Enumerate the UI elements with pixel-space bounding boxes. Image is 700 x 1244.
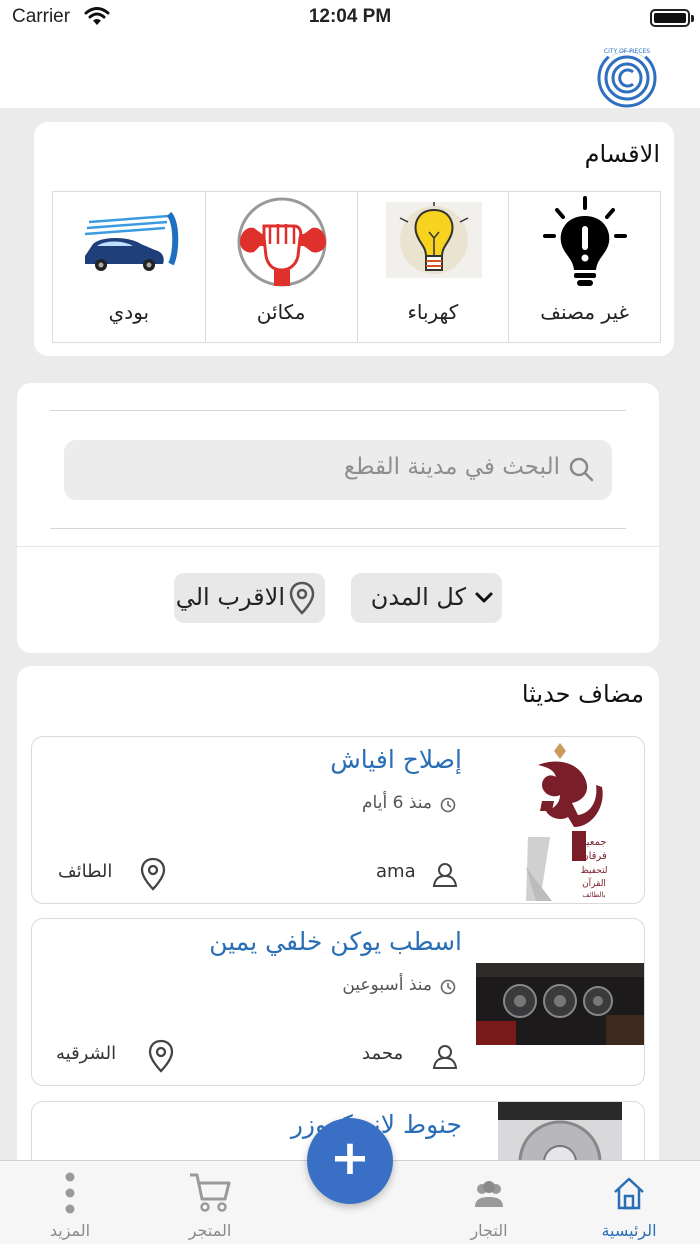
listing-thumbnail <box>476 963 644 1045</box>
category-engines[interactable]: مكائن <box>204 192 357 342</box>
city-filter-dropdown[interactable]: كل المدن <box>351 573 502 623</box>
category-body[interactable]: بودي <box>53 192 205 342</box>
listing-city: الطائف <box>58 861 113 882</box>
tab-label: الرئيسية <box>601 1221 657 1240</box>
search-card <box>17 383 659 653</box>
category-electricity[interactable]: كهرباء <box>356 192 509 342</box>
category-uncategorized[interactable]: غير مصنف <box>508 192 660 342</box>
nearest-filter-button[interactable]: الاقرب الي <box>174 573 325 623</box>
app-logo: CITY OF PIECES <box>597 46 657 108</box>
location-pin-icon <box>289 581 315 615</box>
svg-text:فرقان: فرقان <box>581 851 607 862</box>
clock-icon <box>440 797 456 813</box>
listing-thumbnail: جمعية فرقان لتحفيظ القرآن بالطائف <box>502 741 622 901</box>
clock: 12:04 PM <box>308 6 392 27</box>
tab-store[interactable]: المتجر <box>155 1161 265 1244</box>
wrench-fist-icon <box>237 197 327 287</box>
tab-home[interactable]: الرئيسية <box>574 1161 684 1244</box>
sketch-bulb-icon <box>385 202 482 278</box>
recent-title: مضاف حديثا <box>521 680 644 708</box>
tab-label: المزيد <box>49 1221 91 1240</box>
lightbulb-icon <box>543 196 628 286</box>
listing-time: منذ 6 أيام <box>362 793 432 813</box>
svg-text:جمعية: جمعية <box>581 837 606 848</box>
add-listing-button[interactable]: + <box>307 1118 393 1204</box>
svg-text:لتحفيظ: لتحفيظ <box>580 866 607 876</box>
divider <box>50 410 626 411</box>
svg-text:القرآن: القرآن <box>582 877 606 889</box>
divider <box>50 528 626 529</box>
category-label: غير مصنف <box>540 300 629 324</box>
svg-text:بالطائف: بالطائف <box>582 891 605 899</box>
chevron-down-icon <box>475 592 493 603</box>
user-icon <box>432 863 458 887</box>
listing-title: اسطب يوكن خلفي يمين <box>209 927 462 956</box>
status-bar: Carrier 12:04 PM <box>0 0 700 36</box>
more-dots-icon <box>65 1172 75 1214</box>
home-icon <box>614 1177 644 1210</box>
tab-label: التجار <box>470 1221 508 1240</box>
search-icon <box>569 457 594 482</box>
tab-merchants[interactable]: التجار <box>434 1161 544 1244</box>
category-label: مكائن <box>256 300 306 324</box>
search-input[interactable]: البحث في مدينة القطع <box>64 440 612 500</box>
tab-more[interactable]: المزيد <box>15 1161 125 1244</box>
location-pin-icon <box>140 857 166 891</box>
cart-icon <box>190 1173 231 1212</box>
search-placeholder: البحث في مدينة القطع <box>343 454 560 480</box>
divider <box>17 546 659 547</box>
list-item[interactable]: جمعية فرقان لتحفيظ القرآن بالطائف إصلاح … <box>31 736 645 904</box>
listing-user: ama <box>376 861 416 882</box>
tab-label: المتجر <box>188 1221 232 1240</box>
plus-icon: + <box>329 1130 371 1186</box>
people-icon <box>475 1181 503 1207</box>
battery-icon <box>650 9 694 27</box>
car-wash-icon <box>84 212 179 271</box>
categories-title: الاقسام <box>584 140 660 168</box>
category-label: كهرباء <box>407 300 459 324</box>
clock-icon <box>440 979 456 995</box>
nearest-filter-label: الاقرب الي <box>175 583 285 611</box>
city-filter-label: كل المدن <box>370 583 466 611</box>
listing-city: الشرقيه <box>56 1043 117 1064</box>
listing-user: محمد <box>362 1043 404 1064</box>
list-item[interactable]: اسطب يوكن خلفي يمين منذ أسبوعين محمد الش… <box>31 918 645 1086</box>
user-icon <box>432 1045 458 1069</box>
category-label: بودي <box>108 300 150 324</box>
listing-title: إصلاح افياش <box>330 745 462 774</box>
categories-grid: غير مصنف كهرباء مكائن بودي <box>52 191 661 343</box>
listing-time: منذ أسبوعين <box>342 975 432 995</box>
svg-text:CITY OF PIECES: CITY OF PIECES <box>604 48 650 55</box>
location-pin-icon <box>148 1039 174 1073</box>
